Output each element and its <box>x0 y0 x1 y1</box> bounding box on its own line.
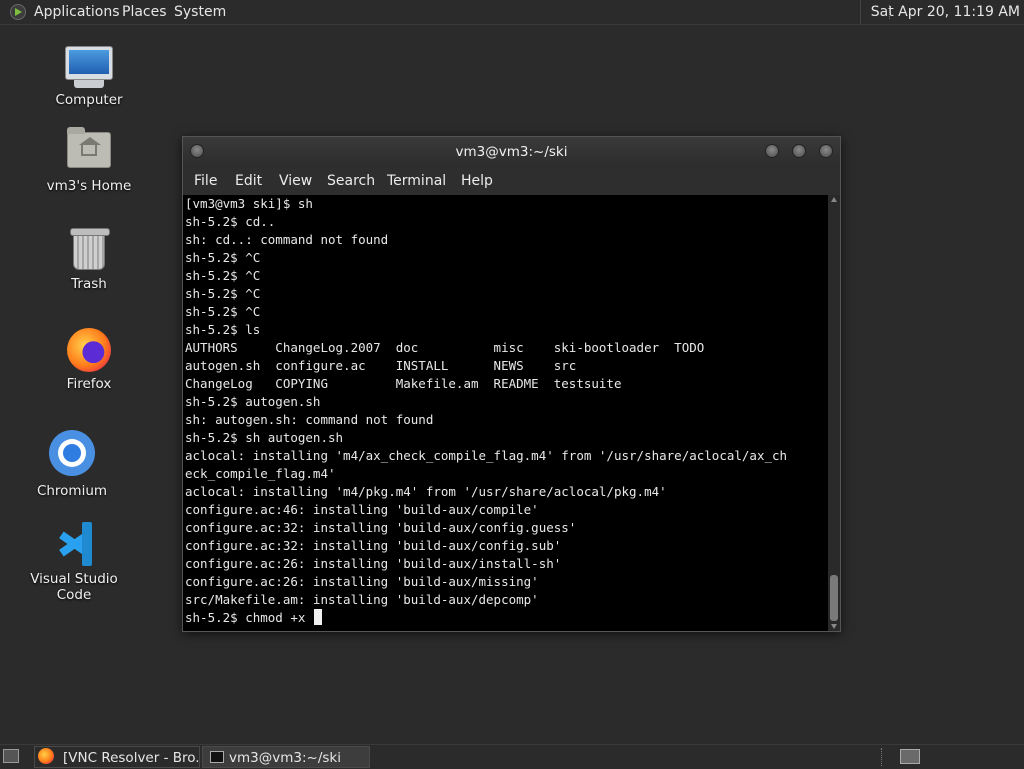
menu-help[interactable]: Help <box>461 167 493 195</box>
taskbar-item-label: vm3@vm3:~/ski <box>229 750 341 766</box>
desktop-icon-chromium[interactable]: Chromium <box>12 430 132 499</box>
terminal-window[interactable]: vm3@vm3:~/ski File Edit View Search Term… <box>182 136 841 632</box>
workspace-switcher[interactable] <box>900 749 920 764</box>
show-desktop-icon[interactable] <box>3 749 19 763</box>
terminal-line: aclocal: installing 'm4/pkg.m4' from '/u… <box>185 484 667 499</box>
firefox-icon <box>67 328 111 372</box>
minimize-button[interactable] <box>765 144 779 158</box>
menu-terminal[interactable]: Terminal <box>387 167 446 195</box>
terminal-line: sh-5.2$ ^C <box>185 286 261 301</box>
desktop-icon-trash[interactable]: Trash <box>29 228 149 292</box>
home-folder-icon <box>67 127 111 168</box>
desktop-icon-label: Firefox <box>66 376 112 392</box>
desktop-icon-vscode[interactable]: Visual Studio Code <box>14 522 134 603</box>
terminal-line: sh-5.2$ cd.. <box>185 214 276 229</box>
terminal-line: sh: autogen.sh: command not found <box>185 412 434 427</box>
menu-file[interactable]: File <box>194 167 217 195</box>
terminal-line: sh-5.2$ ls <box>185 322 261 337</box>
terminal-line: configure.ac:26: installing 'build-aux/m… <box>185 574 539 589</box>
terminal-line: ChangeLog COPYING Makefile.am README tes… <box>185 376 622 391</box>
window-titlebar[interactable]: vm3@vm3:~/ski <box>183 137 840 167</box>
terminal-line: sh-5.2$ ^C <box>185 268 261 283</box>
terminal-line: AUTHORS ChangeLog.2007 doc misc ski-boot… <box>185 340 705 355</box>
terminal-line: sh-5.2$ ^C <box>185 250 261 265</box>
desktop-icon-label: Visual Studio Code <box>30 571 118 603</box>
terminal-scrollbar[interactable] <box>828 195 840 631</box>
close-button[interactable] <box>819 144 833 158</box>
computer-icon <box>65 46 113 88</box>
desktop-icon-label: Chromium <box>36 483 108 499</box>
terminal-line: src/Makefile.am: installing 'build-aux/d… <box>185 592 539 607</box>
terminal-task-icon <box>210 751 224 763</box>
vscode-icon <box>52 522 96 566</box>
terminal-line: configure.ac:32: installing 'build-aux/c… <box>185 520 577 535</box>
bottom-panel: [VNC Resolver - Bro... vm3@vm3:~/ski <box>0 744 1024 769</box>
text-cursor <box>313 609 322 625</box>
terminal-line: configure.ac:26: installing 'build-aux/i… <box>185 556 562 571</box>
terminal-lines: [vm3@vm3 ski]$ sh sh-5.2$ cd.. sh: cd..:… <box>183 195 828 609</box>
menu-applications[interactable]: Applications <box>34 0 120 24</box>
menu-system[interactable]: System <box>174 0 226 24</box>
window-title: vm3@vm3:~/ski <box>455 144 568 160</box>
scroll-down-arrow-icon[interactable] <box>831 624 837 629</box>
top-panel: Applications Places System Sat Apr 20, 1… <box>0 0 1024 25</box>
terminal-line: eck_compile_flag.m4' <box>185 466 336 481</box>
chromium-icon <box>49 430 95 476</box>
desktop-icon-label: Computer <box>55 92 123 108</box>
terminal-line: [vm3@vm3 ski]$ sh <box>185 196 313 211</box>
menu-view[interactable]: View <box>279 167 312 195</box>
terminal-line: sh-5.2$ autogen.sh <box>185 394 321 409</box>
clock[interactable]: Sat Apr 20, 11:19 AM <box>859 0 1020 24</box>
desktop-icon-home[interactable]: vm3's Home <box>29 127 149 194</box>
desktop-icon-label: Trash <box>71 276 107 292</box>
menu-edit[interactable]: Edit <box>235 167 262 195</box>
menu-places[interactable]: Places <box>122 0 167 24</box>
menu-search[interactable]: Search <box>327 167 375 195</box>
desktop-icon-computer[interactable]: Computer <box>29 46 149 108</box>
terminal-line: aclocal: installing 'm4/ax_check_compile… <box>185 448 788 463</box>
scroll-up-arrow-icon[interactable] <box>831 197 837 202</box>
terminal-menubar: File Edit View Search Terminal Help <box>183 167 840 195</box>
desktop-icon-label: vm3's Home <box>46 178 132 194</box>
terminal-line: autogen.sh configure.ac INSTALL NEWS src <box>185 358 577 373</box>
applications-menu-icon[interactable] <box>10 4 26 20</box>
terminal-line: sh-5.2$ ^C <box>185 304 261 319</box>
terminal-line: configure.ac:32: installing 'build-aux/c… <box>185 538 562 553</box>
terminal-line: sh-5.2$ sh autogen.sh <box>185 430 344 445</box>
desktop-icon-firefox[interactable]: Firefox <box>29 328 149 392</box>
terminal-output[interactable]: [vm3@vm3 ski]$ sh sh-5.2$ cd.. sh: cd..:… <box>183 195 828 631</box>
taskbar-item-label: [VNC Resolver - Bro... <box>63 750 200 766</box>
maximize-button[interactable] <box>792 144 806 158</box>
taskbar-item-browser[interactable]: [VNC Resolver - Bro... <box>34 746 200 768</box>
scrollbar-thumb[interactable] <box>830 575 838 621</box>
taskbar-item-terminal[interactable]: vm3@vm3:~/ski <box>202 746 370 768</box>
terminal-line: configure.ac:46: installing 'build-aux/c… <box>185 502 539 517</box>
window-menu-icon[interactable] <box>190 144 204 158</box>
terminal-line: sh: cd..: command not found <box>185 232 389 247</box>
terminal-prompt-line: sh-5.2$ chmod +x <box>183 609 828 627</box>
panel-separator <box>881 748 886 766</box>
prompt-text: sh-5.2$ chmod +x <box>185 610 313 625</box>
trash-icon <box>70 228 110 270</box>
